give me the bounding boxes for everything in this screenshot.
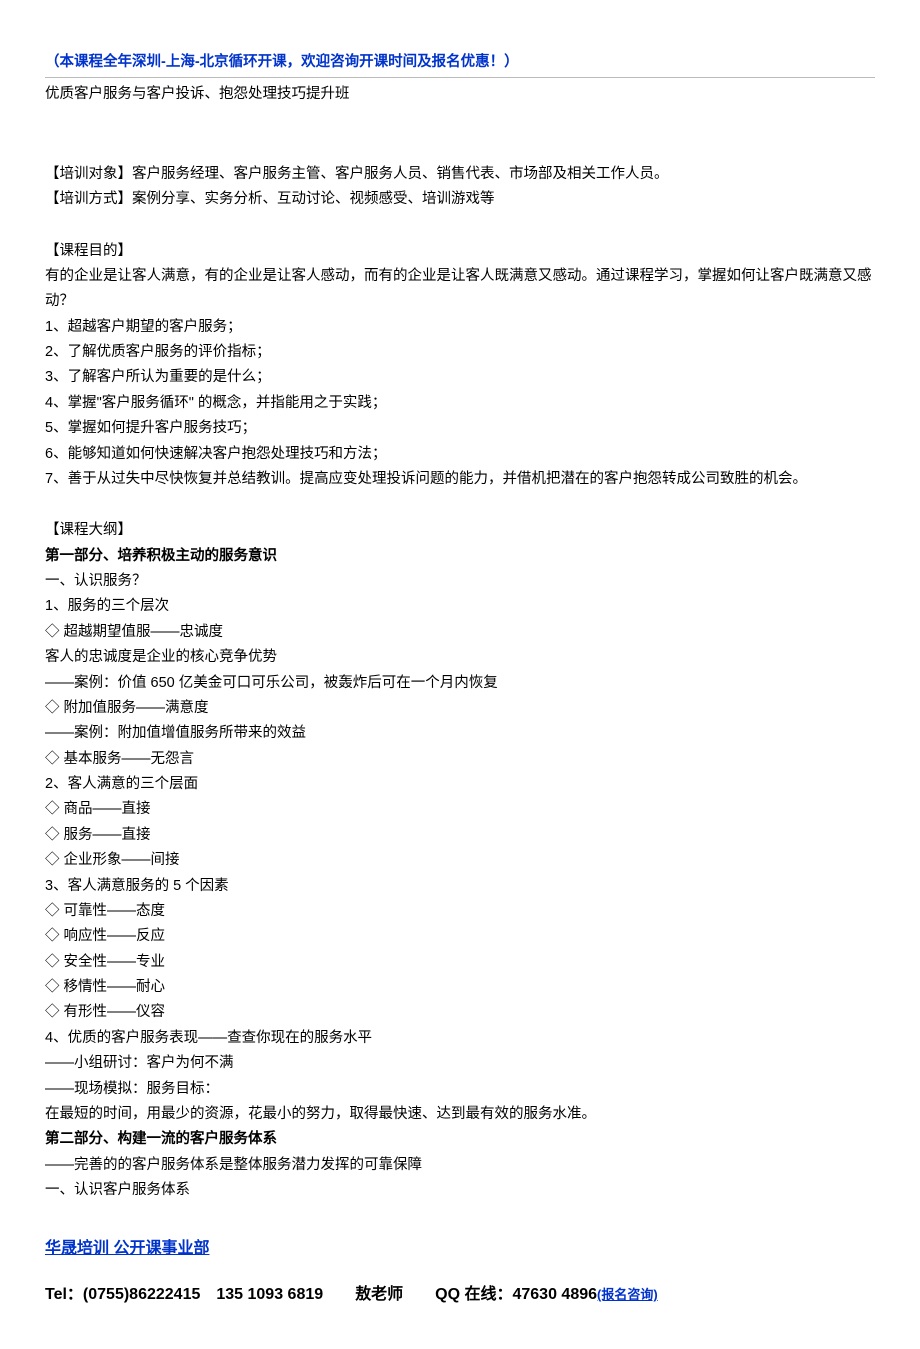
register-link[interactable]: (报名咨询) xyxy=(597,1287,658,1302)
footer-org-link[interactable]: 华晟培训 公开课事业部 xyxy=(45,1240,209,1257)
outline-part1-title: 第一部分、培养积极主动的服务意识 xyxy=(45,544,875,569)
outline-line: ◇ 可靠性——态度 xyxy=(45,899,875,924)
outline-line: ——小组研讨：客户为何不满 xyxy=(45,1051,875,1076)
objective-item: 2、了解优质客户服务的评价指标； xyxy=(45,340,875,365)
outline-line: ◇ 响应性——反应 xyxy=(45,924,875,949)
header-note: （本课程全年深圳-上海-北京循环开课，欢迎咨询开课时间及报名优惠！） xyxy=(45,50,875,78)
outline-line: ◇ 超越期望值服——忠诚度 xyxy=(45,620,875,645)
outline-line: ◇ 附加值服务——满意度 xyxy=(45,696,875,721)
outline-line: ——完善的的客户服务体系是整体服务潜力发挥的可靠保障 xyxy=(45,1153,875,1178)
objective-item: 6、能够知道如何快速解决客户抱怨处理技巧和方法； xyxy=(45,442,875,467)
objective-label: 【课程目的】 xyxy=(45,239,875,264)
training-method: 【培训方式】案例分享、实务分析、互动讨论、视频感受、培训游戏等 xyxy=(45,187,875,212)
footer-contact: Tel：(0755)86222415 135 1093 6819 敖老师 QQ … xyxy=(45,1281,875,1309)
outline-line: 4、优质的客户服务表现——查查你现在的服务水平 xyxy=(45,1026,875,1051)
outline-line: ◇ 企业形象——间接 xyxy=(45,848,875,873)
outline-line: 客人的忠诚度是企业的核心竞争优势 xyxy=(45,645,875,670)
objective-item: 7、善于从过失中尽快恢复并总结教训。提高应变处理投诉问题的能力，并借机把潜在的客… xyxy=(45,467,875,492)
outline-line: ◇ 商品——直接 xyxy=(45,797,875,822)
outline-line: ◇ 服务——直接 xyxy=(45,823,875,848)
outline-line: 3、客人满意服务的 5 个因素 xyxy=(45,874,875,899)
objective-item: 5、掌握如何提升客户服务技巧； xyxy=(45,416,875,441)
outline-line: 2、客人满意的三个层面 xyxy=(45,772,875,797)
outline-line: 1、服务的三个层次 xyxy=(45,594,875,619)
outline-line: ◇ 移情性——耐心 xyxy=(45,975,875,1000)
outline-line: ——现场模拟：服务目标： xyxy=(45,1077,875,1102)
outline-line: 在最短的时间，用最少的资源，花最小的努力，取得最快速、达到最有效的服务水准。 xyxy=(45,1102,875,1127)
outline-line: 一、认识服务？ xyxy=(45,569,875,594)
outline-line: ◇ 基本服务——无怨言 xyxy=(45,747,875,772)
footer-contact-text: Tel：(0755)86222415 135 1093 6819 敖老师 QQ … xyxy=(45,1286,597,1303)
objective-item: 4、掌握"客户服务循环" 的概念，并指能用之于实践； xyxy=(45,391,875,416)
outline-line: ——案例：附加值增值服务所带来的效益 xyxy=(45,721,875,746)
objective-intro: 有的企业是让客人满意，有的企业是让客人感动，而有的企业是让客人既满意又感动。通过… xyxy=(45,264,875,315)
outline-line: 一、认识客户服务体系 xyxy=(45,1178,875,1203)
outline-line: ◇ 安全性——专业 xyxy=(45,950,875,975)
outline-label: 【课程大纲】 xyxy=(45,518,875,543)
outline-line: ——案例：价值 650 亿美金可口可乐公司，被轰炸后可在一个月内恢复 xyxy=(45,671,875,696)
training-target: 【培训对象】客户服务经理、客户服务主管、客户服务人员、销售代表、市场部及相关工作… xyxy=(45,162,875,187)
objective-item: 3、了解客户所认为重要的是什么； xyxy=(45,365,875,390)
objective-item: 1、超越客户期望的客户服务； xyxy=(45,315,875,340)
course-subtitle: 优质客户服务与客户投诉、抱怨处理技巧提升班 xyxy=(45,82,875,107)
outline-part2-title: 第二部分、构建一流的客户服务体系 xyxy=(45,1127,875,1152)
outline-line: ◇ 有形性——仪容 xyxy=(45,1000,875,1025)
